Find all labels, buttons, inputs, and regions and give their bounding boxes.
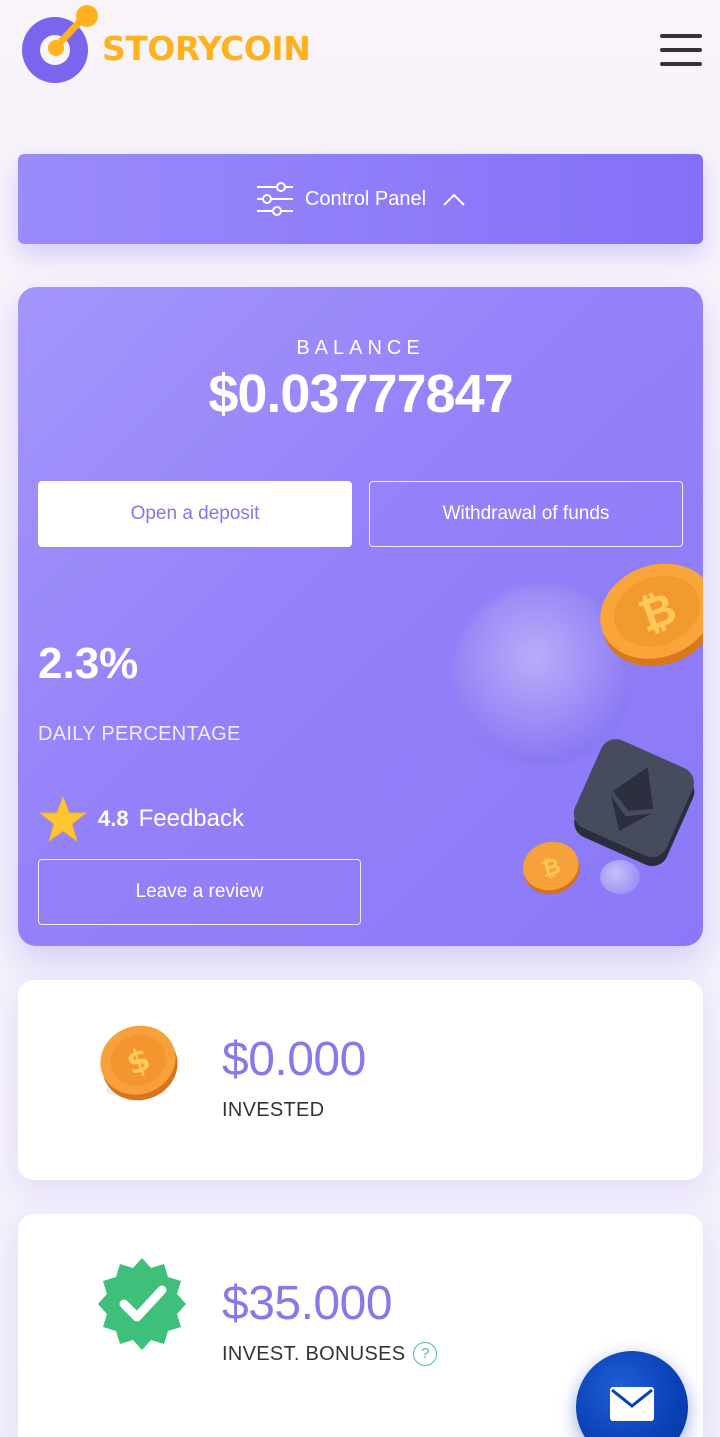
daily-percentage-value: 2.3%	[38, 639, 139, 688]
rating-value: 4.8	[98, 806, 129, 831]
header: STORYCOIN	[0, 0, 720, 100]
invested-value: $0.000	[222, 1033, 366, 1086]
bonuses-label-row: INVEST. BONUSES ?	[222, 1342, 438, 1366]
feedback-rating: 4.8 Feedback	[38, 795, 244, 843]
balance-label: BALANCE	[296, 337, 425, 359]
sliders-icon	[256, 182, 293, 216]
storycoin-logo-icon	[18, 3, 100, 87]
small-bitcoin-coin-icon: ₿	[522, 841, 580, 895]
control-panel-toggle[interactable]: Control Panel	[18, 154, 703, 244]
feedback-label: Feedback	[138, 805, 244, 832]
star-icon	[39, 796, 87, 842]
balance-card: ₿ ₿ BALANCE $0.03777847 Open a deposit W…	[18, 287, 703, 946]
invested-label: INVESTED	[222, 1099, 325, 1121]
daily-percentage-label: DAILY PERCENTAGE	[38, 723, 241, 745]
withdraw-funds-button[interactable]: Withdrawal of funds	[369, 481, 683, 547]
verified-badge-icon	[98, 1258, 186, 1350]
bonuses-label: INVEST. BONUSES	[222, 1342, 406, 1365]
control-panel-label: Control Panel	[304, 187, 427, 210]
brand-logo[interactable]: STORYCOIN	[18, 0, 358, 90]
chevron-up-icon	[443, 193, 465, 206]
ethereum-tile-icon	[573, 739, 695, 867]
invested-card: $ $0.000 INVESTED	[18, 980, 703, 1180]
bonuses-value: $35.000	[222, 1277, 393, 1330]
brand-name: STORYCOIN	[102, 28, 311, 68]
menu-icon[interactable]	[660, 34, 702, 68]
leave-review-button[interactable]: Leave a review	[38, 859, 361, 925]
coin-icon: $	[100, 1025, 178, 1101]
help-icon[interactable]: ?	[413, 1342, 438, 1366]
mail-icon	[610, 1387, 654, 1421]
balance-value: $0.03777847	[208, 364, 513, 424]
open-deposit-button[interactable]: Open a deposit	[38, 481, 352, 547]
bitcoin-coin-icon: ₿	[600, 563, 703, 667]
